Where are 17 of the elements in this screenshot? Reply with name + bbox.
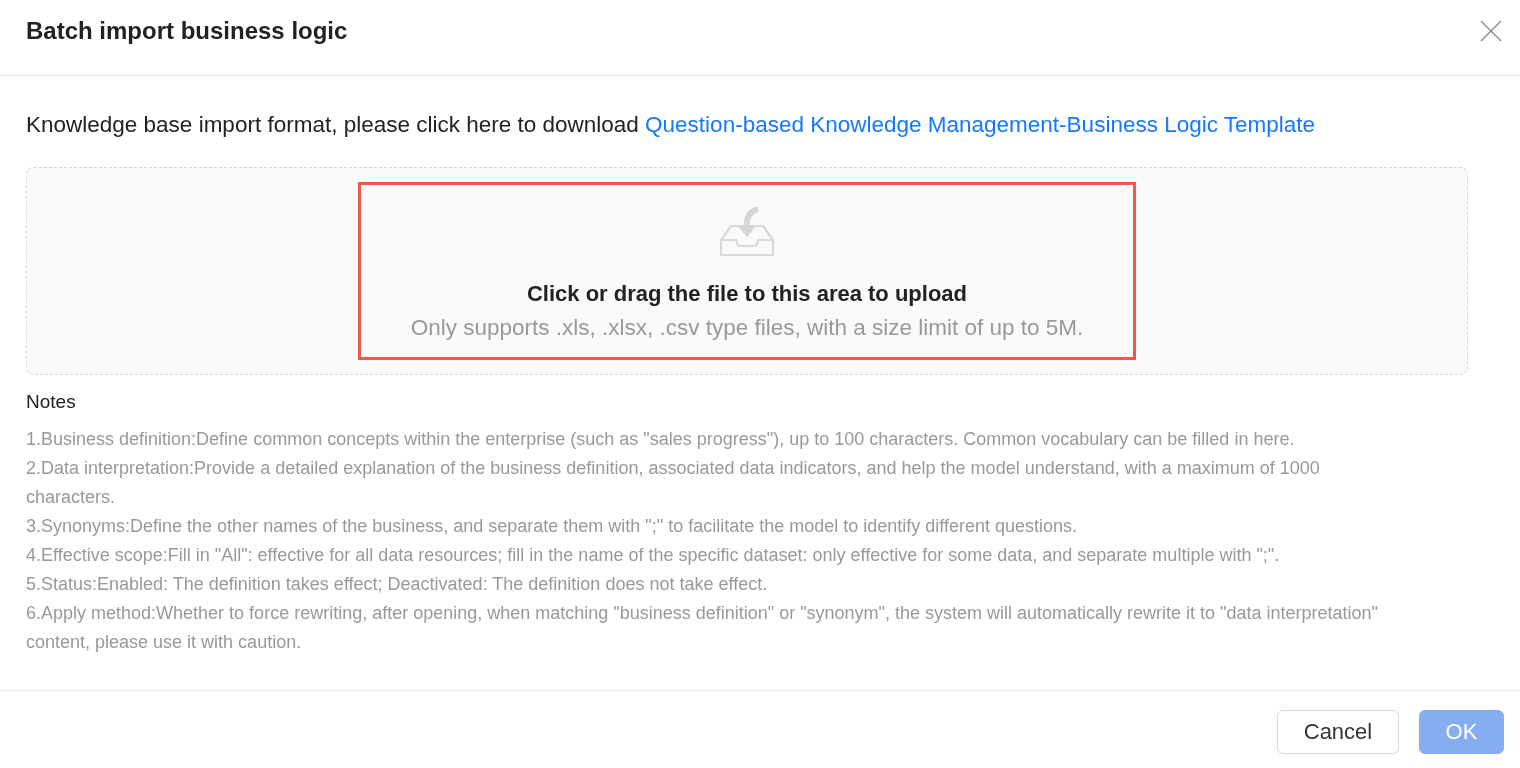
intro-text: Knowledge base import format, please click here to download Question-based Knowledge Management-Business Logic Template [26, 111, 1317, 139]
template-download-link[interactable]: Question-based Knowledge Management-Business Logic Template [645, 112, 1316, 137]
dialog-title: Batch import business logic [26, 16, 348, 46]
note-text: 1.Business definition:Define common concepts within the enterprise (such as "sales progress"), up to 100 characters. Common vocabulary can be filled in here. [26, 428, 1296, 451]
close-button[interactable] [1480, 20, 1502, 42]
upload-title: Click or drag the file to this area to upload [526, 281, 968, 307]
note-text: 3.Synonyms:Define the other names of the business, and separate them with ";" to facilitate the model to identify different questions. [26, 515, 1079, 538]
cancel-button[interactable]: Cancel [1277, 710, 1399, 754]
note-text: 2.Data interpretation:Provide a detailed explanation of the business definition, associated data indicators, and help the model understand, with a maximum of 1000 characters. [26, 457, 1321, 509]
note-text: 4.Effective scope:Fill in "All": effective for all data resources; fill in the name of the specific dataset: only effective for some data, and separate multiple with ";". [26, 544, 1281, 567]
upload-hint: Only supports .xls, .xlsx, .csv type files, with a size limit of up to 5M. [410, 315, 1084, 341]
upload-dropzone[interactable]: Click or drag the file to this area to upload Only supports .xls, .xlsx, .csv type files, with a size limit of up to 5M. [26, 167, 1468, 375]
inbox-upload-icon [719, 207, 775, 257]
notes-heading: Notes [26, 390, 77, 414]
note-text: 6.Apply method:Whether to force rewriting, after opening, when matching "business definition" or "synonym", the system will automatically rewrite it to "data interpretation" content, please use it with caution. [26, 602, 1379, 654]
close-icon [1480, 20, 1502, 42]
note-text: 5.Status:Enabled: The definition takes effect; Deactivated: The definition does not take effect. [26, 573, 769, 596]
